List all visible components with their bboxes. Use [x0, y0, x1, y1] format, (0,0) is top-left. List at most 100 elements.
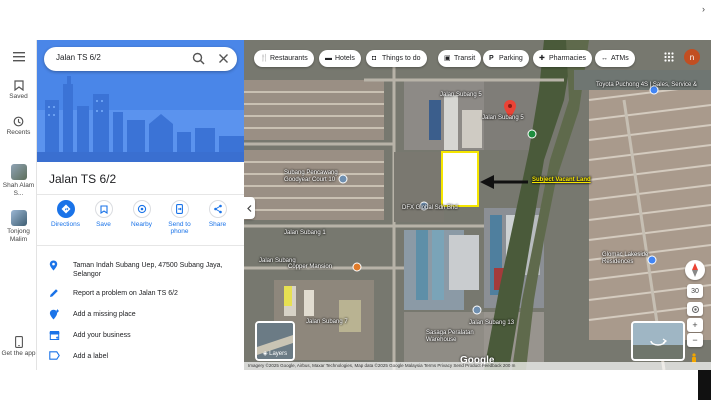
subject-vacant-land[interactable] [441, 151, 479, 207]
rail-get-app[interactable]: Get the app [0, 336, 37, 358]
report-problem-row[interactable]: Report a problem on Jalan TS 6/2 [37, 285, 244, 305]
google-maps-window: › Saved Recents Shah Alam S... Tonjong M… [0, 0, 711, 400]
send-to-phone-button[interactable]: Send to phone [161, 200, 198, 235]
rail-recent-shah-alam[interactable]: Shah Alam S... [0, 164, 37, 198]
chip-label: Transit [454, 55, 476, 62]
apps-grid-icon[interactable] [664, 52, 674, 62]
compass-button[interactable] [685, 260, 705, 280]
chip-label: Parking [499, 55, 523, 62]
street-hero-illustration: Jalan TS 6/2 [37, 40, 244, 162]
nearby-icon [132, 200, 151, 218]
map-label: Jalan Subang 5 [482, 115, 524, 121]
search-box[interactable]: Jalan TS 6/2 [44, 47, 237, 71]
store-icon [49, 331, 60, 340]
rail-recent-tonjong-malim[interactable]: Tonjong Malim [0, 210, 37, 244]
chip-label: Restaurants [270, 55, 308, 62]
rail-get-app-label: Get the app [1, 350, 36, 357]
chevron-right-icon[interactable]: › [702, 4, 705, 14]
add-missing-place-row[interactable]: Add a missing place [37, 306, 244, 326]
zoom-in-button[interactable]: + [687, 318, 703, 332]
bottom-right-edge [698, 370, 711, 400]
recent-thumbnail [10, 164, 27, 180]
atm-icon: ↔ [601, 55, 608, 62]
subject-vacant-land-label: Subject Vacant Land [532, 177, 591, 183]
close-icon[interactable] [217, 52, 230, 65]
chip-label: Hotels [335, 55, 355, 62]
rail-recents-label: Recents [6, 129, 31, 136]
poi-marker[interactable] [472, 305, 482, 315]
camera-icon: ◘ [372, 55, 377, 62]
save-button[interactable]: Save [85, 200, 122, 228]
satellite-map[interactable]: Jalan Subang 5 Toyota Puchong 4S | Sales… [244, 40, 711, 370]
parking-icon: P [489, 55, 494, 62]
share-button[interactable]: Share [199, 200, 236, 228]
collapse-panel-button[interactable] [244, 197, 255, 219]
my-location-icon [691, 305, 699, 313]
map-label: DFX Global Sdn Bhd [402, 205, 458, 211]
nearby-button[interactable]: Nearby [123, 200, 160, 228]
minus-icon: − [692, 335, 698, 345]
chip-label: ATMs [611, 55, 629, 62]
map-label: Glomac Lakeside Residences [602, 252, 649, 265]
map-label: Jalan Subang 1 [284, 230, 326, 236]
layers-label: ◈ Layers [257, 350, 293, 357]
layers-button[interactable]: ◈ Layers [255, 321, 295, 361]
poi-marker[interactable] [527, 129, 537, 139]
rail-saved[interactable]: Saved [0, 80, 37, 101]
add-business-row[interactable]: Add your business [37, 327, 244, 347]
divider [37, 245, 244, 246]
directions-button[interactable]: Directions [47, 200, 84, 228]
directions-icon [56, 200, 75, 218]
tilt-3d-button[interactable]: 30 [687, 284, 703, 298]
chip-parking[interactable]: P Parking [483, 50, 529, 67]
add-place-icon [49, 309, 59, 320]
location-pin-icon [49, 260, 58, 271]
action-label: Directions [51, 221, 80, 228]
map-footer: Imagery ©2025 Google, Airbus, Maxar Tech… [244, 362, 711, 370]
chip-atms[interactable]: ↔ ATMs [595, 50, 635, 67]
zoom-out-button[interactable]: − [687, 333, 703, 347]
map-label: Sasaga Peralatan Warehouse [426, 330, 474, 343]
account-avatar[interactable]: n [684, 49, 700, 65]
pegman-icon[interactable] [690, 350, 698, 363]
add-label-row[interactable]: Add a label [37, 348, 244, 368]
left-rail: Saved Recents Shah Alam S... Tonjong Mal… [0, 40, 37, 370]
action-label: Save [96, 221, 111, 228]
poi-marker[interactable] [352, 262, 362, 272]
share-icon [208, 200, 227, 218]
plus-icon: + [692, 320, 698, 330]
search-icon[interactable] [192, 52, 205, 65]
bed-icon: ▬ [325, 55, 332, 62]
address-row[interactable]: Taman Indah Subang Uep, 47500 Subang Jay… [37, 257, 244, 281]
pharmacy-icon: ✚ [539, 55, 545, 62]
search-input[interactable]: Jalan TS 6/2 [56, 53, 101, 62]
map-label: Jalan Subang 7 [306, 319, 348, 325]
chip-things-to-do[interactable]: ◘ Things to do [366, 50, 427, 67]
divider [37, 194, 244, 195]
label-icon [49, 351, 60, 360]
add-business-text: Add your business [73, 332, 131, 339]
my-location-button[interactable] [687, 302, 703, 316]
chip-hotels[interactable]: ▬ Hotels [319, 50, 361, 67]
place-title: Jalan TS 6/2 [49, 172, 117, 186]
street-view-preview[interactable] [631, 321, 685, 361]
map-label: Subang Pencawang Goodyear Court 10 [284, 170, 338, 183]
edit-icon [50, 289, 58, 297]
rail-recent-label: Shah Alam S... [2, 182, 35, 197]
action-label: Send to phone [168, 221, 191, 235]
rail-recents[interactable]: Recents [0, 116, 37, 137]
train-icon: ▣ [444, 55, 451, 62]
chip-restaurants[interactable]: 🍴 Restaurants [254, 50, 314, 67]
report-problem-text: Report a problem on Jalan TS 6/2 [73, 290, 178, 297]
phone-icon [14, 336, 23, 348]
compass-icon [692, 263, 698, 277]
action-label: Nearby [131, 221, 152, 228]
map-label: Jalan Subang 5 [440, 92, 482, 98]
map-label: Jalan Subang 13 [469, 320, 515, 326]
street-view-thumbnail [633, 323, 683, 359]
chip-pharmacies[interactable]: ✚ Pharmacies [533, 50, 592, 67]
chip-label: Things to do [382, 55, 421, 62]
chevron-left-icon [247, 204, 252, 212]
chip-transit[interactable]: ▣ Transit [438, 50, 482, 67]
menu-button[interactable] [0, 52, 37, 64]
